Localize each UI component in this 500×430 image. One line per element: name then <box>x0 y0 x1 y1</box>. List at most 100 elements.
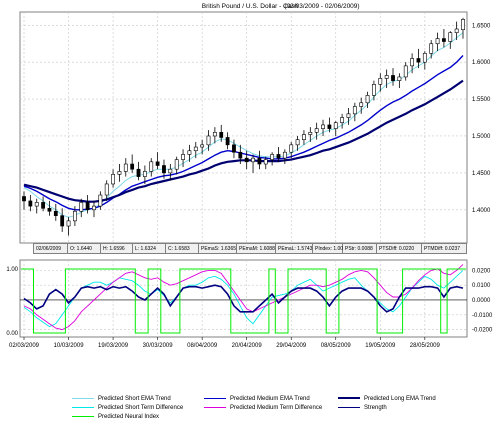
candle-body <box>346 113 351 118</box>
candle-body <box>168 168 173 174</box>
date-tick-label: 30/03/2009 <box>143 343 174 349</box>
candle-body <box>22 196 26 202</box>
candle-body <box>429 43 434 54</box>
candle-body <box>352 106 357 115</box>
candle-body <box>263 159 268 165</box>
candle-body <box>295 139 300 146</box>
candle-body <box>422 53 427 63</box>
candle-body <box>104 183 109 196</box>
candle-body <box>200 144 205 148</box>
info-pemal: PEmaL: 1.5743 <box>278 244 313 253</box>
info-high: H: 1.6596 <box>101 244 133 253</box>
candle-body <box>53 210 58 216</box>
candle-body <box>403 65 408 78</box>
price-tick-label: 1.5000 <box>472 134 491 140</box>
candle-body <box>454 28 459 33</box>
candle-body <box>98 194 103 207</box>
candle-body <box>270 154 275 160</box>
candle-body <box>416 58 421 63</box>
candle-body <box>117 171 122 175</box>
candle-body <box>136 168 141 177</box>
candle-body <box>66 220 71 227</box>
candle-body <box>60 215 65 227</box>
info-low: L: 1.6324 <box>133 244 166 253</box>
indicator-left-tick-label: 1.00 <box>6 267 18 273</box>
date-tick-label: 19/03/2009 <box>98 343 129 349</box>
indicator-right-tick-label: 0.0200 <box>472 268 491 274</box>
candle-body <box>244 157 249 163</box>
info-ptsdiff: PTSDiff: 0.0220 <box>377 244 422 253</box>
candle-body <box>162 165 166 174</box>
candle-body <box>327 124 332 129</box>
candle-body <box>308 131 313 135</box>
candle-body <box>34 202 39 207</box>
date-tick-label: 10/03/2009 <box>54 343 85 349</box>
candle-body <box>257 157 262 165</box>
candle-body <box>461 19 465 31</box>
candle-body <box>359 102 364 107</box>
candle-body <box>321 124 325 129</box>
info-date: 02/06/2009 <box>34 244 68 253</box>
legend-item-strength: Strength <box>338 403 387 413</box>
candle-body <box>397 76 402 81</box>
legend-swatch <box>72 406 94 408</box>
candle-body <box>391 75 395 81</box>
price-tick-label: 1.4500 <box>472 171 491 177</box>
candle-body <box>251 157 255 163</box>
date-tick-label: 19/05/2009 <box>365 343 396 349</box>
legend-item-medium-diff: Predicted Medium Term Difference <box>204 403 322 413</box>
candle-body <box>282 151 287 159</box>
indicator-right-tick-label: -0.0100 <box>472 313 493 319</box>
candle-body <box>193 146 198 152</box>
indicator-plot-frame <box>19 259 468 338</box>
candle-body <box>79 202 84 212</box>
candle-body <box>410 58 415 67</box>
candle-body <box>232 144 236 153</box>
candle-body <box>41 202 45 209</box>
price-tick-label: 1.6000 <box>472 60 491 66</box>
candle-body <box>276 154 281 159</box>
indicator-panel: 0.0200 0.0100 0.0000 -0.0100 -0.0200 1.00 0.00 <box>6 259 493 338</box>
candle-body <box>181 154 185 160</box>
chart-window: British Pound / U.S. Dollar - Cash (02/0… <box>0 0 500 425</box>
info-pemas: PEmaS: 1.6365 <box>201 244 237 253</box>
candle-body <box>212 131 217 137</box>
candle-body <box>448 32 453 42</box>
date-tick-label: 08/05/2009 <box>321 343 352 349</box>
chart-canvas: British Pound / U.S. Dollar - Cash (02/0… <box>0 0 500 425</box>
candle-body <box>378 78 383 85</box>
info-pstr: PStr: 0.0088 <box>343 244 377 253</box>
legend: Predicted Short EMA Trend Predicted Medi… <box>70 392 466 424</box>
candle-body <box>28 200 33 207</box>
price-tick-label: 1.4000 <box>472 208 491 214</box>
date-tick-label: 02/03/2009 <box>9 343 40 349</box>
candle-body <box>442 38 446 42</box>
candle-body <box>238 151 243 159</box>
date-tick-label: 29/04/2009 <box>276 343 307 349</box>
date-tick-label: 08/04/2009 <box>187 343 218 349</box>
info-open: O: 1.6440 <box>68 244 101 253</box>
candle-body <box>155 161 160 166</box>
chart-date-range: (02/03/2009 - 02/06/2009) <box>284 3 359 10</box>
legend-swatch <box>72 397 94 399</box>
price-tick-label: 1.5500 <box>472 97 491 103</box>
candle-body <box>206 135 211 146</box>
candle-body <box>302 134 306 140</box>
candle-body <box>289 144 294 153</box>
info-pindex: PIndex: 1.00 <box>315 244 344 253</box>
candle-body <box>149 161 154 172</box>
price-panel: 1.4000 1.4500 1.5000 1.5500 1.6000 1.6500 <box>19 11 491 244</box>
candle-body <box>384 75 389 79</box>
date-tick-label: 20/04/2009 <box>232 343 263 349</box>
legend-swatch <box>204 397 226 399</box>
legend-swatch <box>338 406 360 408</box>
indicator-right-tick-label: 0.0000 <box>472 298 491 304</box>
candle-body <box>314 128 319 133</box>
candle-body <box>372 84 376 96</box>
indicator-right-tick-label: 0.0100 <box>472 283 491 289</box>
candle-body <box>174 159 179 170</box>
candle-body <box>435 38 440 45</box>
candle-body <box>111 174 115 185</box>
price-tick-label: 1.6500 <box>472 23 491 29</box>
candle-body <box>72 210 77 222</box>
